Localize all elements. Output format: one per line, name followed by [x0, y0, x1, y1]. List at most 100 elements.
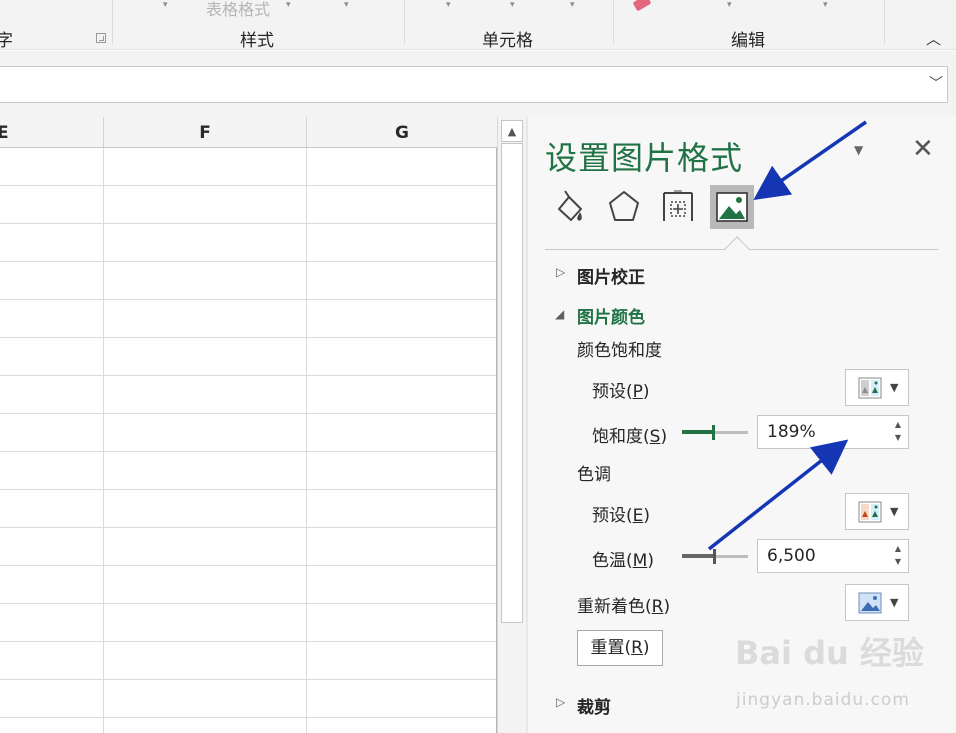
grid-cell[interactable] — [0, 376, 104, 414]
chevron-down-icon: ▼ — [890, 596, 899, 609]
vertical-scrollbar[interactable]: ▲ — [497, 117, 526, 733]
grid-cell[interactable] — [104, 300, 307, 338]
grid-cell[interactable] — [0, 414, 104, 452]
temperature-spinner[interactable]: 6,500 ▲ ▼ — [757, 539, 909, 573]
grid-cell[interactable] — [104, 186, 307, 224]
grid-cell[interactable] — [104, 376, 307, 414]
grid-cell[interactable] — [307, 566, 497, 604]
grid-cell[interactable] — [0, 642, 104, 680]
chevron-down-icon[interactable]: ▾ — [510, 0, 515, 10]
section-picture-correction[interactable]: 图片校正 — [577, 263, 645, 288]
column-header-g[interactable]: G — [307, 117, 497, 148]
close-icon[interactable]: ✕ — [912, 134, 934, 164]
grid-cell[interactable] — [307, 224, 497, 262]
temperature-value[interactable]: 6,500 — [767, 546, 816, 566]
saturation-preset-dropdown[interactable]: ▼ — [845, 369, 909, 406]
grid-cell[interactable] — [307, 262, 497, 300]
grid-cell[interactable] — [307, 338, 497, 376]
grid-cell[interactable] — [0, 528, 104, 566]
collapse-color-icon[interactable]: ◢ — [555, 307, 564, 321]
pane-options-dropdown-icon[interactable]: ▼ — [854, 143, 863, 157]
spin-up-icon[interactable]: ▲ — [895, 420, 901, 429]
grid-cell[interactable] — [0, 186, 104, 224]
grid-cell[interactable] — [0, 490, 104, 528]
grid-cell[interactable] — [307, 642, 497, 680]
scroll-up-icon[interactable]: ▲ — [501, 120, 523, 142]
grid-cell[interactable] — [104, 262, 307, 300]
saturation-spinner[interactable]: 189% ▲ ▼ — [757, 415, 909, 449]
chevron-down-icon[interactable]: ▾ — [570, 0, 575, 10]
tone-preset-dropdown[interactable]: ▼ — [845, 493, 909, 530]
font-dialog-launcher-icon[interactable] — [96, 33, 106, 43]
grid-cell[interactable] — [104, 224, 307, 262]
chevron-down-icon[interactable]: ▾ — [727, 0, 732, 10]
expand-formula-bar-icon[interactable]: ﹀ — [929, 73, 943, 93]
worksheet-grid[interactable]: E F G — [0, 117, 497, 733]
section-crop[interactable]: 裁剪 — [577, 693, 611, 718]
grid-cell[interactable] — [104, 490, 307, 528]
grid-cell[interactable] — [307, 490, 497, 528]
slider-knob[interactable] — [712, 425, 715, 440]
grid-cell[interactable] — [0, 224, 104, 262]
collapse-ribbon-icon[interactable]: ︿ — [926, 28, 941, 49]
chevron-down-icon[interactable]: ▾ — [344, 0, 349, 10]
tab-effects[interactable] — [602, 185, 646, 229]
grid-cell[interactable] — [104, 604, 307, 642]
grid-cell[interactable] — [104, 414, 307, 452]
grid-cell[interactable] — [307, 528, 497, 566]
grid-cell[interactable] — [0, 718, 104, 733]
grid-cell[interactable] — [307, 300, 497, 338]
slider-knob[interactable] — [713, 549, 716, 564]
saturation-value[interactable]: 189% — [767, 422, 816, 442]
grid-row — [0, 680, 497, 718]
grid-cell[interactable] — [0, 148, 104, 186]
grid-cell[interactable] — [0, 452, 104, 490]
grid-cell[interactable] — [104, 452, 307, 490]
reset-button[interactable]: 重置(R) — [577, 630, 663, 666]
spin-down-icon[interactable]: ▼ — [895, 557, 901, 566]
section-picture-color[interactable]: 图片颜色 — [577, 303, 645, 328]
grid-cell[interactable] — [307, 186, 497, 224]
grid-cell[interactable] — [0, 566, 104, 604]
grid-cell[interactable] — [0, 338, 104, 376]
recolor-dropdown[interactable]: ▼ — [845, 584, 909, 621]
chevron-down-icon[interactable]: ▾ — [446, 0, 451, 10]
eraser-icon[interactable] — [632, 0, 652, 12]
temperature-slider[interactable] — [682, 546, 748, 566]
grid-cell[interactable] — [104, 680, 307, 718]
saturation-slider[interactable] — [682, 422, 748, 442]
grid-cell[interactable] — [307, 718, 497, 733]
grid-cell[interactable] — [307, 452, 497, 490]
tab-size-properties[interactable] — [656, 185, 700, 229]
expand-crop-icon[interactable]: ▷ — [556, 695, 565, 709]
chevron-down-icon[interactable]: ▾ — [163, 0, 168, 10]
grid-cell[interactable] — [307, 376, 497, 414]
grid-cell[interactable] — [307, 680, 497, 718]
grid-cell[interactable] — [307, 148, 497, 186]
grid-cell[interactable] — [307, 414, 497, 452]
chevron-down-icon[interactable]: ▾ — [286, 0, 291, 10]
expand-correction-icon[interactable]: ▷ — [556, 265, 565, 279]
grid-cell[interactable] — [0, 604, 104, 642]
grid-cell[interactable] — [104, 528, 307, 566]
table-format-button[interactable]: 表格格式 — [206, 0, 270, 20]
grid-cell[interactable] — [0, 262, 104, 300]
scroll-thumb[interactable] — [501, 143, 523, 623]
grid-cell[interactable] — [104, 566, 307, 604]
grid-cell[interactable] — [104, 642, 307, 680]
formula-input[interactable]: ﹀ — [0, 66, 948, 103]
grid-cell[interactable] — [104, 718, 307, 733]
grid-cell[interactable] — [104, 148, 307, 186]
ribbon-separator — [884, 0, 885, 44]
grid-cell[interactable] — [0, 680, 104, 718]
grid-cell[interactable] — [104, 338, 307, 376]
chevron-down-icon[interactable]: ▾ — [823, 0, 828, 10]
column-header-f[interactable]: F — [104, 117, 307, 148]
tab-fill-line[interactable] — [548, 185, 592, 229]
tab-picture[interactable] — [710, 185, 754, 229]
spin-up-icon[interactable]: ▲ — [895, 544, 901, 553]
spin-down-icon[interactable]: ▼ — [895, 433, 901, 442]
column-header-e[interactable]: E — [0, 117, 104, 148]
grid-cell[interactable] — [307, 604, 497, 642]
grid-cell[interactable] — [0, 300, 104, 338]
